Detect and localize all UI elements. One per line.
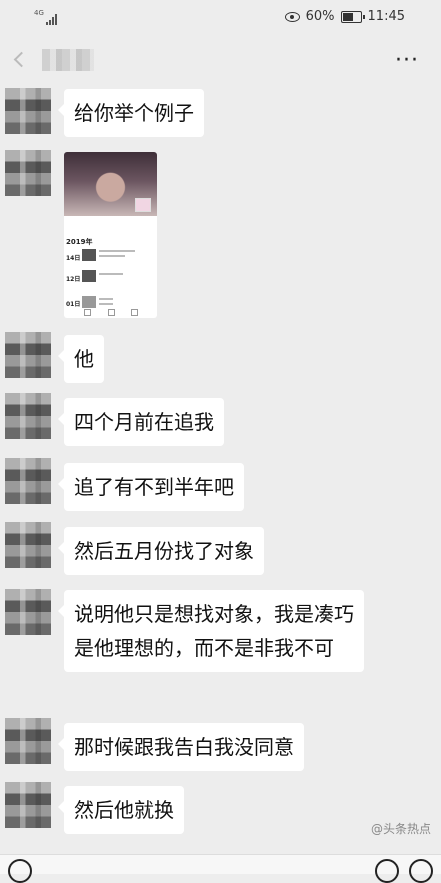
network-type: 4G (34, 9, 44, 17)
avatar[interactable] (5, 88, 51, 134)
avatar[interactable] (5, 458, 51, 504)
more-menu-icon[interactable]: ··· (395, 50, 419, 72)
timeline-text-line (99, 298, 113, 300)
chat-title-blurred (42, 49, 94, 71)
watermark: @头条热点 (370, 822, 431, 836)
eye-comfort-icon (284, 11, 300, 22)
message-bubble[interactable]: 然后他就换 (58, 786, 184, 834)
timeline-day: 12日 (66, 276, 81, 283)
emoji-icon[interactable] (375, 859, 399, 883)
back-arrow-icon[interactable] (12, 52, 26, 66)
add-icon[interactable] (409, 859, 433, 883)
avatar[interactable] (5, 150, 51, 196)
avatar[interactable] (5, 332, 51, 378)
profile-photo-thumbnail (64, 152, 157, 216)
sticker-icon (135, 198, 151, 212)
timeline-thumbnail (82, 296, 96, 308)
avatar[interactable] (5, 782, 51, 828)
timeline-year: 2019年 (66, 238, 93, 246)
message-bubble[interactable]: 然后五月份找了对象 (58, 527, 264, 575)
message-bubble[interactable]: 四个月前在追我 (58, 398, 224, 446)
clock: 11:45 (367, 9, 405, 24)
voice-input-icon[interactable] (8, 859, 32, 883)
timeline-day: 14日 (66, 255, 81, 262)
battery-icon (340, 10, 365, 23)
avatar[interactable] (5, 589, 51, 635)
image-message[interactable]: 2019年 14日 12日 01日 (64, 152, 157, 318)
timeline-text-line (99, 303, 113, 305)
chat-header: ··· (0, 34, 441, 86)
status-bar: 4G 60% 11:45 (0, 0, 441, 34)
message-bubble[interactable]: 给你举个例子 (58, 89, 204, 137)
avatar[interactable] (5, 718, 51, 764)
timeline-text-line (99, 255, 125, 257)
message-bubble[interactable]: 他 (58, 335, 104, 383)
timeline-thumbnail (82, 249, 96, 261)
signal-icon (45, 13, 57, 25)
timeline-text-line (99, 250, 135, 252)
network-indicator: 4G (34, 10, 57, 25)
avatar[interactable] (5, 393, 51, 439)
battery-percent: 60% (305, 9, 335, 24)
message-bubble[interactable]: 追了有不到半年吧 (58, 463, 244, 511)
input-bar (0, 854, 441, 883)
message-bubble[interactable]: 说明他只是想找对象，我是凑巧是他理想的，而不是非我不可 (58, 590, 364, 672)
phone-nav-bar (84, 309, 138, 316)
timeline-text-line (99, 273, 123, 275)
avatar[interactable] (5, 522, 51, 568)
timeline-thumbnail (82, 270, 96, 282)
message-bubble[interactable]: 那时候跟我告白我没同意 (58, 723, 304, 771)
timeline-day: 01日 (66, 301, 81, 308)
